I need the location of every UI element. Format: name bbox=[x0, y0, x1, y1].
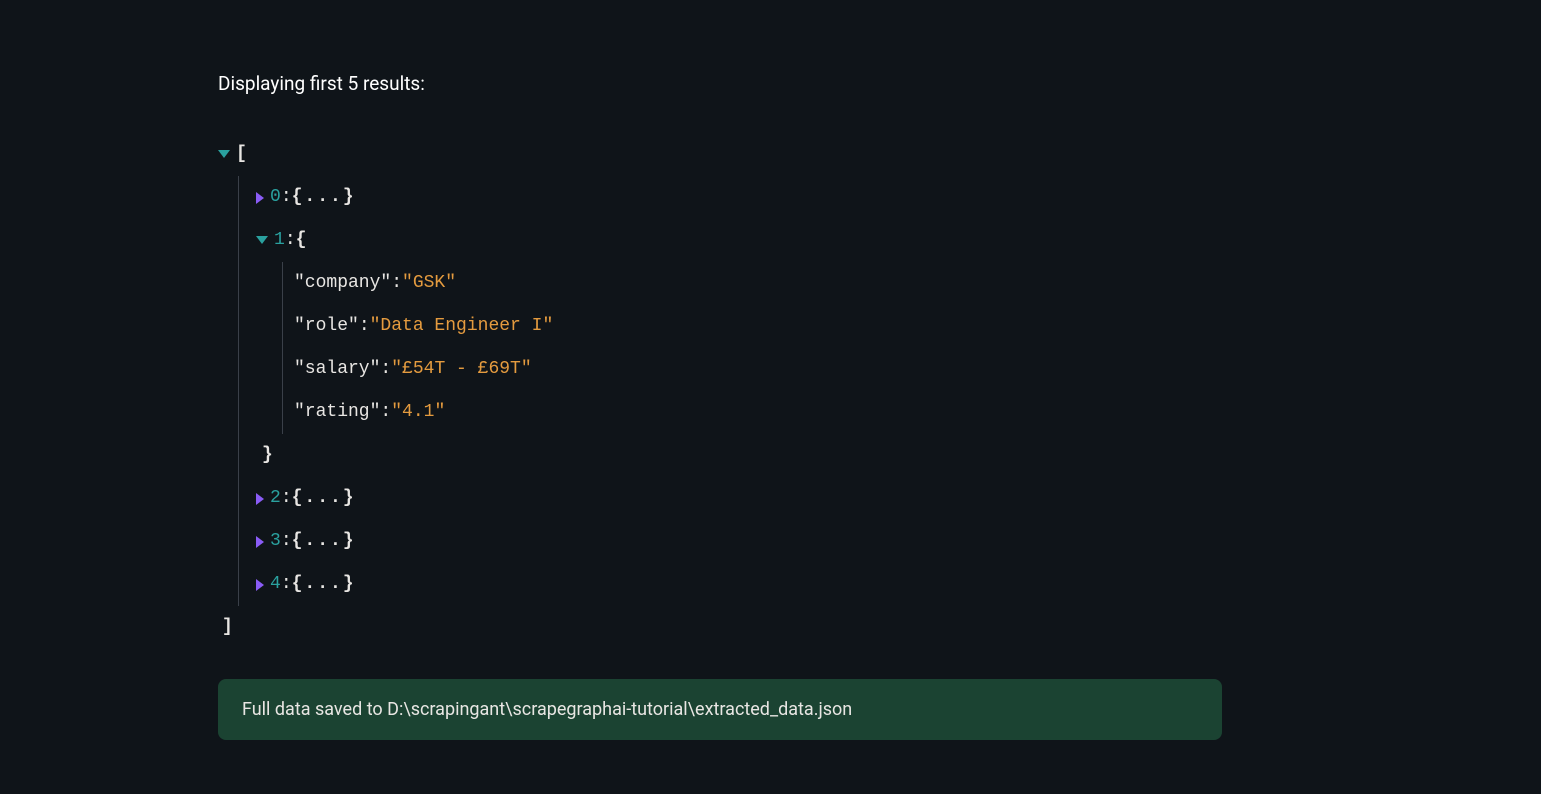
json-collapsed-brace: {...} bbox=[292, 528, 356, 555]
json-index: 0 bbox=[270, 184, 281, 211]
json-key: "role" bbox=[294, 313, 359, 340]
results-header: Displaying first 5 results: bbox=[218, 72, 1541, 95]
json-item-1-open[interactable]: 1 : { bbox=[218, 219, 1541, 262]
chevron-right-icon[interactable] bbox=[256, 579, 264, 591]
output-container: Displaying first 5 results: [ 0 : {...} … bbox=[0, 0, 1541, 740]
json-colon: : bbox=[285, 227, 296, 254]
close-brace: } bbox=[262, 442, 273, 469]
open-brace: { bbox=[296, 227, 307, 254]
json-root-open[interactable]: [ bbox=[218, 133, 1541, 176]
open-bracket: [ bbox=[236, 141, 247, 168]
json-index: 3 bbox=[270, 528, 281, 555]
chevron-right-icon[interactable] bbox=[256, 192, 264, 204]
json-value: "Data Engineer I" bbox=[370, 313, 554, 340]
json-item-0[interactable]: 0 : {...} bbox=[218, 176, 1541, 219]
json-value: "£54T - £69T" bbox=[391, 356, 531, 383]
json-prop-company: "company" : "GSK" bbox=[218, 262, 1541, 305]
json-viewer: [ 0 : {...} 1 : { "company" bbox=[218, 133, 1541, 649]
json-item-3[interactable]: 3 : {...} bbox=[218, 520, 1541, 563]
json-colon: : bbox=[391, 270, 402, 297]
close-bracket: ] bbox=[218, 614, 233, 641]
status-text: Full data saved to D:\scrapingant\scrape… bbox=[242, 699, 852, 720]
json-prop-role: "role" : "Data Engineer I" bbox=[218, 305, 1541, 348]
json-colon: : bbox=[380, 356, 391, 383]
chevron-down-icon[interactable] bbox=[218, 150, 230, 158]
json-index: 1 bbox=[274, 227, 285, 254]
json-colon: : bbox=[281, 528, 292, 555]
chevron-down-icon[interactable] bbox=[256, 236, 268, 244]
chevron-right-icon[interactable] bbox=[256, 536, 264, 548]
json-root-close: ] bbox=[218, 606, 1541, 649]
json-index: 4 bbox=[270, 571, 281, 598]
json-colon: : bbox=[281, 184, 292, 211]
chevron-right-icon[interactable] bbox=[256, 493, 264, 505]
json-collapsed-brace: {...} bbox=[292, 485, 356, 512]
json-item-4[interactable]: 4 : {...} bbox=[218, 563, 1541, 606]
json-colon: : bbox=[281, 571, 292, 598]
json-colon: : bbox=[281, 485, 292, 512]
json-key: "salary" bbox=[294, 356, 380, 383]
json-index: 2 bbox=[270, 485, 281, 512]
status-message: Full data saved to D:\scrapingant\scrape… bbox=[218, 679, 1222, 740]
json-key: "company" bbox=[294, 270, 391, 297]
json-item-2[interactable]: 2 : {...} bbox=[218, 477, 1541, 520]
json-prop-salary: "salary" : "£54T - £69T" bbox=[218, 348, 1541, 391]
json-prop-rating: "rating" : "4.1" bbox=[218, 391, 1541, 434]
json-key: "rating" bbox=[294, 399, 380, 426]
json-colon: : bbox=[380, 399, 391, 426]
json-item-1-close: } bbox=[218, 434, 1541, 477]
json-value: "4.1" bbox=[391, 399, 445, 426]
json-collapsed-brace: {...} bbox=[292, 571, 356, 598]
json-colon: : bbox=[359, 313, 370, 340]
json-value: "GSK" bbox=[402, 270, 456, 297]
json-collapsed-brace: {...} bbox=[292, 184, 356, 211]
